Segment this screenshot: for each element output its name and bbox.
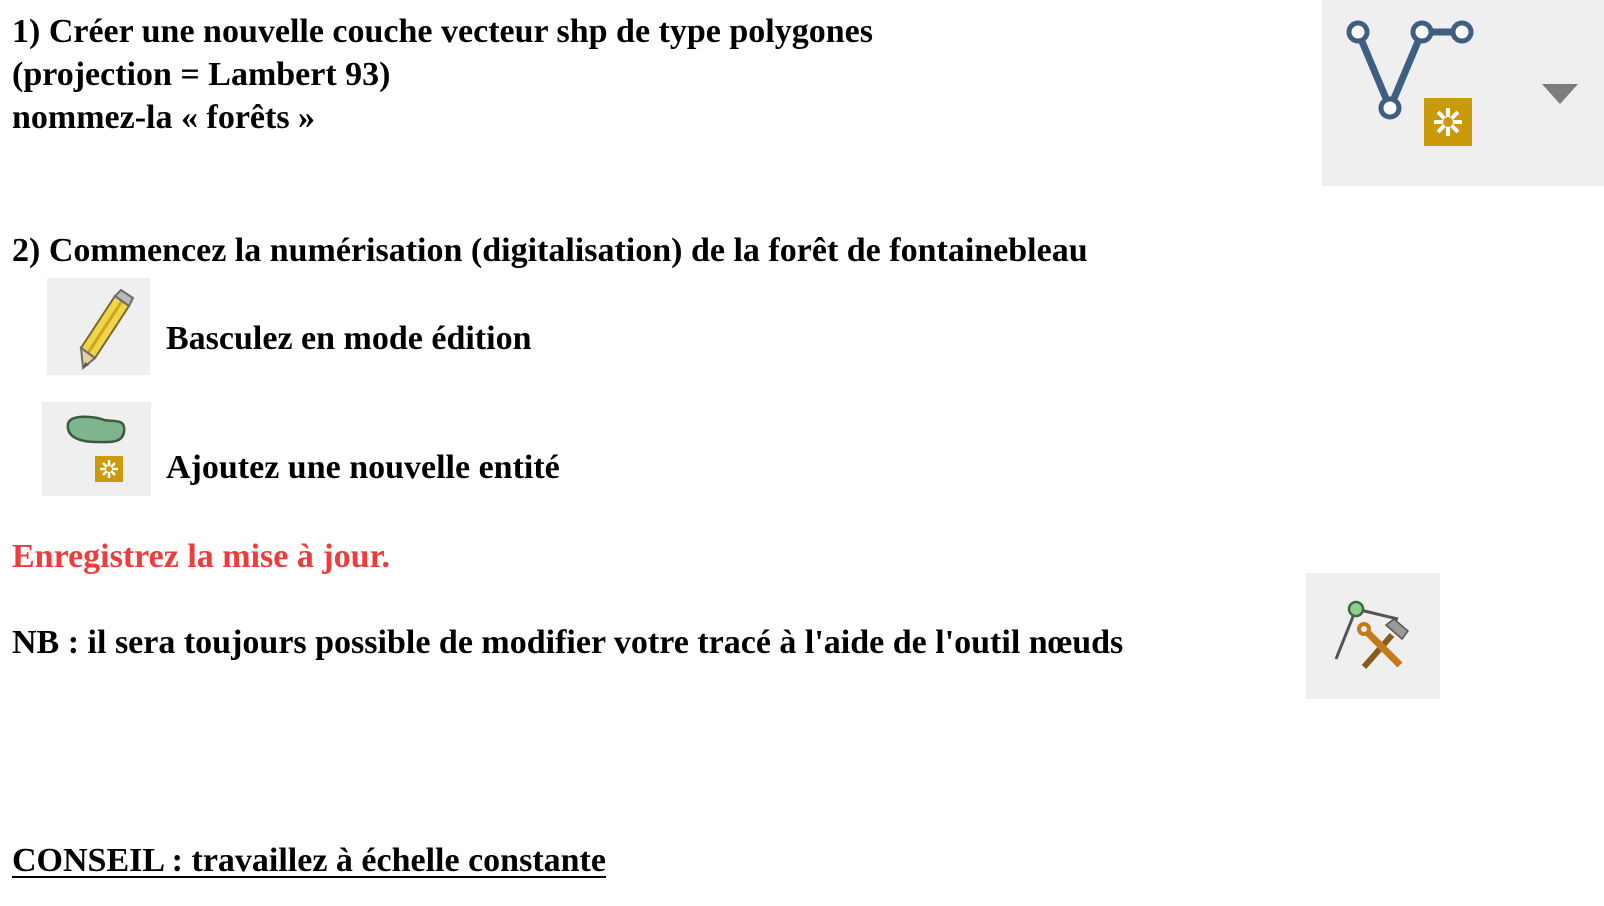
pencil-icon [79,288,135,370]
dropdown-arrow-icon[interactable] [1542,84,1578,104]
step1-layer-name: nommez-la « forêts » [12,99,316,136]
toggle-editing-label: Basculez en mode édition [166,320,532,357]
toggle-editing-button[interactable] [47,278,150,375]
add-feature-button[interactable] [42,402,151,496]
node-tool-button[interactable] [1306,573,1440,699]
advice: CONSEIL : travaillez à échelle constante [12,842,606,879]
step1-title: 1) Créer une nouvelle couche vecteur shp… [12,13,873,50]
add-feature-label: Ajoutez une nouvelle entité [166,449,560,486]
step1-projection: (projection = Lambert 93) [12,56,391,93]
step2-title: 2) Commencez la numérisation (digitalisa… [12,232,1088,269]
new-shapefile-layer-icon [1346,20,1578,146]
new-shapefile-layer-button[interactable] [1322,0,1604,186]
save-instruction: Enregistrez la mise à jour. [12,538,391,575]
nb-note: NB : il sera toujours possible de modifi… [12,624,1124,661]
add-polygon-feature-icon [66,415,126,482]
node-tool-icon [1334,600,1410,669]
